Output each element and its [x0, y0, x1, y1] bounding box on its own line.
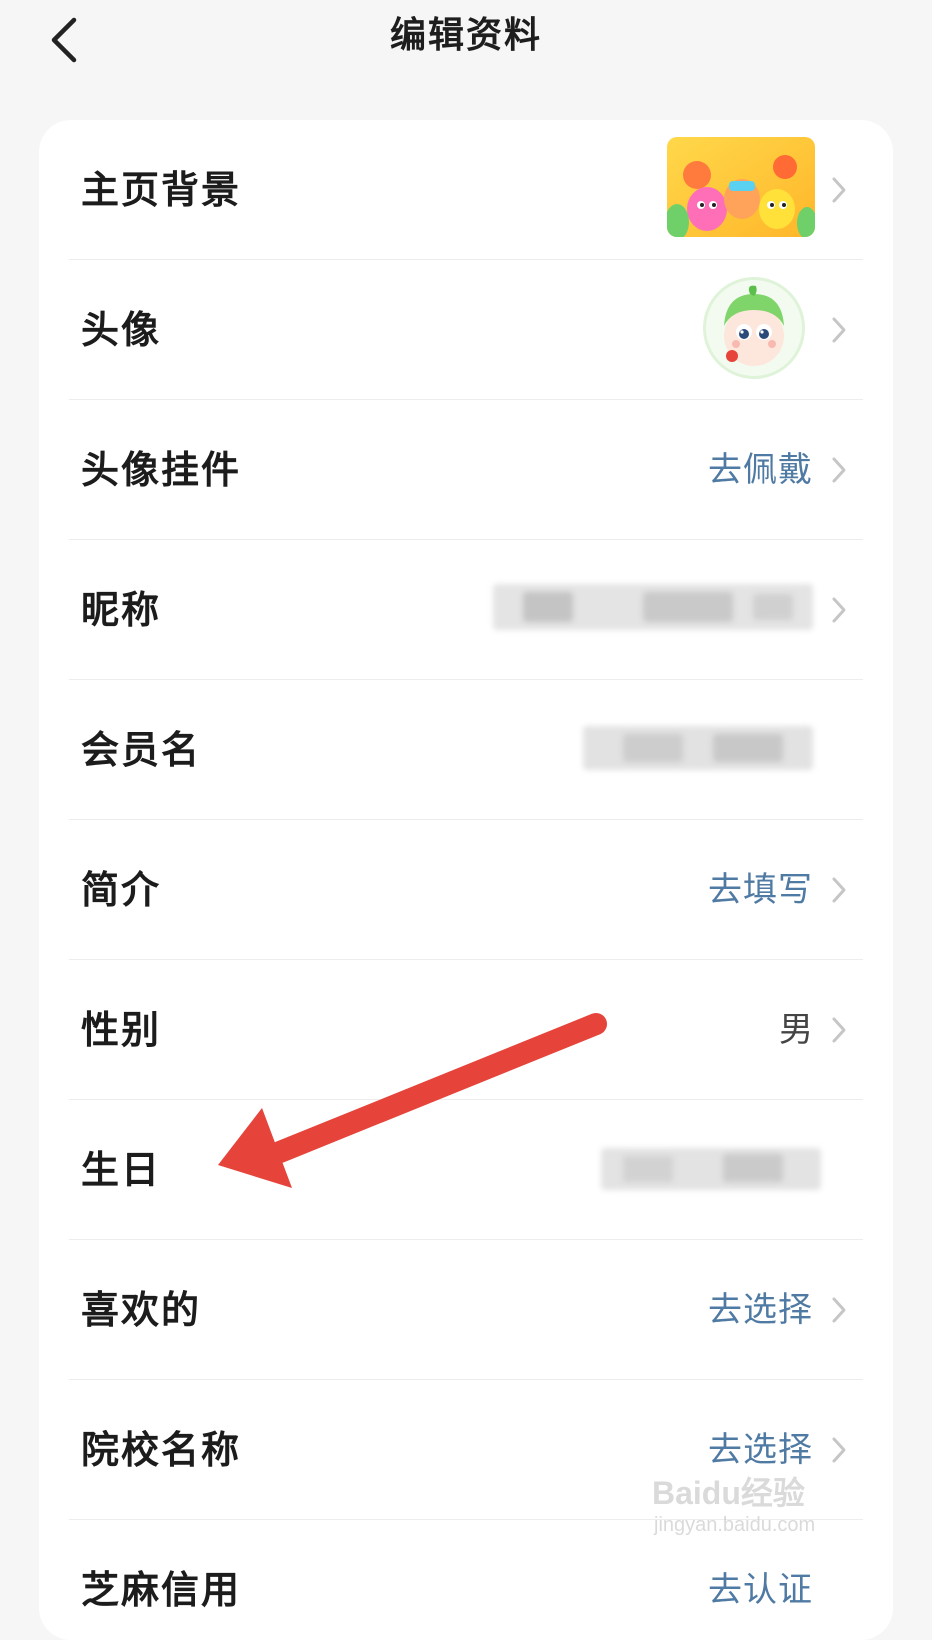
watermark-brand: Baidu经验 — [652, 1475, 805, 1511]
watermark-url: jingyan.baidu.com — [654, 1514, 816, 1536]
row-label: 简介 — [81, 868, 162, 912]
row-avatar-pendant[interactable]: 头像挂件 去佩戴 — [39, 400, 893, 540]
profile-settings-list: 主页背景 头像 头像挂件 去佩戴 昵称 会员名 简介 去填写 性别 男 生日 喜… — [39, 120, 893, 1640]
select-favorites-link[interactable]: 去选择 — [708, 1240, 813, 1380]
annotation-arrow — [218, 1013, 607, 1188]
row-label: 性别 — [81, 1008, 162, 1052]
wear-pendant-link[interactable]: 去佩戴 — [708, 400, 813, 540]
row-favorites[interactable]: 喜欢的 去选择 — [39, 1240, 893, 1380]
row-label: 喜欢的 — [81, 1288, 202, 1332]
row-label: 主页背景 — [81, 168, 242, 212]
page-title: 编辑资料 — [389, 15, 542, 56]
chevron-right-icon — [832, 177, 846, 203]
gender-value: 男 — [779, 1010, 813, 1050]
row-avatar[interactable]: 头像 — [39, 260, 893, 400]
chevron-right-icon — [832, 317, 846, 343]
row-bio[interactable]: 简介 去填写 — [39, 820, 893, 960]
row-nickname[interactable]: 昵称 — [39, 540, 893, 680]
homepage-background-thumbnail — [667, 137, 815, 237]
top-bar: 编辑资料 — [0, 0, 932, 110]
chevron-right-icon — [832, 457, 846, 483]
row-homepage-background[interactable]: 主页背景 — [39, 120, 893, 260]
baidu-watermark: Baidu经验 jingyan.baidu.com — [652, 1460, 872, 1560]
row-label: 院校名称 — [81, 1428, 242, 1472]
row-label: 生日 — [81, 1148, 162, 1192]
chevron-right-icon — [832, 597, 846, 623]
avatar — [703, 277, 805, 379]
row-label: 昵称 — [81, 588, 162, 632]
fill-in-bio-link[interactable]: 去填写 — [708, 820, 813, 960]
row-label: 头像 — [81, 308, 162, 352]
row-label: 头像挂件 — [81, 448, 242, 492]
row-label: 会员名 — [81, 728, 202, 772]
row-member-name[interactable]: 会员名 — [39, 680, 893, 820]
chevron-right-icon — [832, 877, 846, 903]
chevron-right-icon — [832, 1017, 846, 1043]
chevron-right-icon — [832, 1297, 846, 1323]
row-label: 芝麻信用 — [81, 1568, 242, 1612]
